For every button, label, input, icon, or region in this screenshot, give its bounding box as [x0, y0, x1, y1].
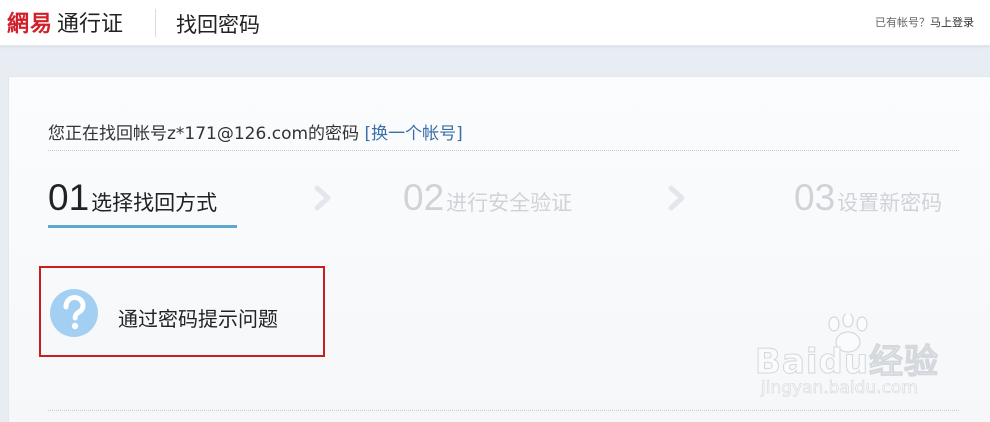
netease-passport-logo[interactable]: 網易 通行证 [7, 6, 123, 38]
account-suffix: 的密码 [308, 124, 360, 144]
step-1-number: 01 [48, 177, 90, 218]
divider-bottom [48, 410, 959, 411]
step-2-number: 02 [403, 177, 445, 218]
watermark-brand: Baidu经验 [754, 342, 940, 383]
account-prefix: 您正在找回帐号 [48, 124, 167, 144]
step-1-label: 选择找回方式 [91, 191, 218, 215]
step-1: 01 选择找回方式 [48, 177, 217, 219]
active-step-underline [48, 225, 237, 228]
divider-top [48, 150, 959, 151]
watermark-url: jingyan.baidu.com [761, 378, 918, 399]
switch-account-link[interactable]: [换一个帐号] [364, 124, 462, 144]
top-header: 網易 通行证 找回密码 已有帐号？马上登录 [0, 0, 990, 46]
chevron-right-icon [314, 185, 331, 211]
step-3: 03 设置新密码 [794, 177, 942, 219]
option-password-hint-question[interactable]: 通过密码提示问题 [39, 266, 325, 357]
header-login-area: 已有帐号？马上登录 [875, 14, 974, 30]
header-divider [155, 9, 156, 37]
has-account-text: 已有帐号？ [875, 16, 930, 29]
step-3-number: 03 [794, 177, 836, 218]
logo-product: 通行证 [57, 12, 124, 37]
question-icon [50, 289, 98, 337]
page-title: 找回密码 [176, 13, 260, 37]
chevron-right-icon [668, 185, 685, 211]
step-2-label: 进行安全验证 [446, 191, 573, 215]
step-2: 02 进行安全验证 [403, 177, 572, 219]
account-email: z*171@126.com [167, 124, 309, 144]
step-3-label: 设置新密码 [837, 191, 943, 215]
login-link[interactable]: 马上登录 [930, 16, 974, 29]
account-info-line: 您正在找回帐号z*171@126.com的密码 [换一个帐号] [48, 119, 463, 144]
baidu-jingyan-watermark: Baidu经验 jingyan.baidu.com [754, 314, 955, 404]
logo-brand: 網易 [7, 11, 54, 37]
option-label: 通过密码提示问题 [118, 307, 278, 331]
